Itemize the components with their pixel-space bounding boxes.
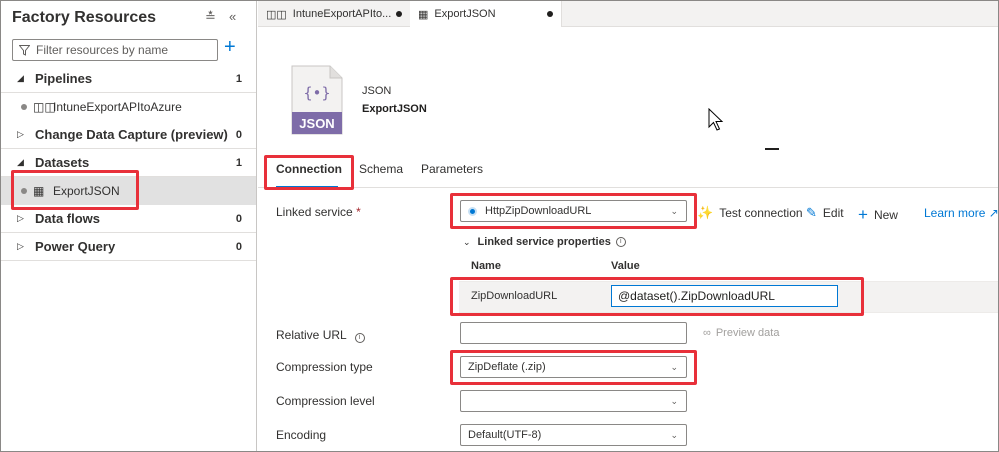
relative-url-label: Relative URL i: [276, 328, 365, 343]
dataset-name: ExportJSON: [362, 103, 427, 115]
pencil-icon: ✎: [806, 205, 817, 220]
dataset-type: JSON: [362, 85, 392, 97]
caret-right-icon: ▷: [17, 213, 24, 223]
group-label: Datasets: [35, 155, 90, 170]
dropdown-value: Default(UTF-8): [468, 429, 542, 441]
group-label: Pipelines: [35, 71, 93, 86]
tab-parameters[interactable]: Parameters: [421, 162, 483, 176]
dropdown-value: ZipDeflate (.zip): [468, 361, 546, 373]
edit-button[interactable]: ✎ Edit: [806, 205, 844, 221]
item-label: IntuneExportAPItoAzure: [53, 100, 182, 114]
pane-title: Factory Resources: [12, 9, 157, 26]
caret-right-icon: ▷: [17, 129, 24, 139]
info-icon: i: [615, 237, 626, 247]
svg-text:JSON: JSON: [299, 116, 334, 131]
active-tab-indicator: [276, 186, 338, 188]
relative-url-input[interactable]: [460, 322, 687, 344]
divider-handle[interactable]: [765, 148, 779, 150]
linked-service-label: Linked service *: [276, 205, 361, 219]
caret-down-icon: ◢: [17, 73, 24, 83]
tab-connection[interactable]: Connection: [276, 162, 342, 176]
compression-type-label: Compression type: [276, 360, 373, 374]
glasses-icon: ∞: [703, 327, 711, 339]
unsaved-dot-icon: [21, 188, 27, 194]
svg-text:{•}: {•}: [303, 84, 330, 102]
tree-group-power-query[interactable]: ▷ Power Query 0: [1, 233, 256, 261]
tab-pipeline[interactable]: ◫◫ IntuneExportAPIto...: [258, 1, 410, 27]
chevron-down-icon: ⌄: [670, 205, 678, 216]
tree-item-pipeline[interactable]: ◫◫ IntuneExportAPItoAzure: [1, 93, 256, 121]
collapse-pane-icon[interactable]: «: [229, 9, 236, 24]
group-count: 1: [235, 72, 242, 85]
tab-label: IntuneExportAPIto...: [292, 8, 392, 20]
add-resource-button[interactable]: +: [224, 36, 236, 59]
button-label: Preview data: [715, 327, 780, 339]
factory-resources-pane: Factory Resources ≛ « + ◢ Pipelines 1 ◫◫…: [1, 1, 257, 451]
column-header-value: Value: [611, 260, 640, 272]
mouse-cursor-icon: [708, 108, 724, 131]
collapse-all-icon[interactable]: ≛: [205, 9, 216, 25]
pipeline-icon: ◫◫: [33, 100, 56, 114]
encoding-dropdown[interactable]: Default(UTF-8) ⌄: [460, 424, 687, 446]
compression-level-dropdown[interactable]: ⌄: [460, 390, 687, 412]
filter-icon: [19, 44, 30, 56]
table-icon: ▦: [33, 184, 45, 198]
button-label: Test connection: [719, 206, 803, 220]
dropdown-value: HttpZipDownloadURL: [485, 205, 592, 217]
filter-box[interactable]: [12, 39, 218, 61]
parameter-name: ZipDownloadURL: [471, 290, 558, 302]
learn-more-link[interactable]: Learn more ↗: [924, 206, 999, 220]
tab-dataset[interactable]: ▦ ExportJSON: [410, 1, 562, 27]
button-label: Edit: [822, 206, 844, 220]
group-count: 0: [235, 240, 242, 253]
info-icon: i: [354, 333, 365, 343]
caret-right-icon: ▷: [17, 241, 24, 251]
plus-icon: +: [858, 205, 868, 224]
caret-down-icon: ◢: [17, 157, 24, 167]
column-header-name: Name: [471, 260, 501, 272]
compression-type-dropdown[interactable]: ZipDeflate (.zip) ⌄: [460, 356, 687, 378]
subtab-bar: Connection Schema Parameters: [258, 154, 998, 188]
linked-service-dropdown[interactable]: HttpZipDownloadURL ⌄: [460, 200, 687, 222]
group-label: Change Data Capture (preview): [35, 127, 228, 142]
tree-group-data-flows[interactable]: ▷ Data flows 0: [1, 205, 256, 233]
group-label: Power Query: [35, 239, 116, 254]
table-icon: ▦: [418, 8, 429, 21]
item-label: ExportJSON: [53, 184, 120, 198]
preview-data-button[interactable]: ∞ Preview data: [703, 327, 779, 339]
pipeline-icon: ◫◫: [266, 8, 287, 21]
tab-bar: ◫◫ IntuneExportAPIto... ▦ ExportJSON: [258, 1, 998, 27]
group-count: 0: [235, 128, 242, 141]
tree-group-change-data-capture[interactable]: ▷ Change Data Capture (preview) 0: [1, 121, 256, 149]
group-label: Data flows: [35, 211, 101, 226]
tree-group-pipelines[interactable]: ◢ Pipelines 1: [1, 65, 256, 93]
button-label: New: [873, 208, 898, 222]
unsaved-dot-icon: [21, 104, 27, 110]
section-label: Linked service properties: [477, 236, 611, 248]
tree-group-datasets[interactable]: ◢ Datasets 1: [1, 149, 256, 177]
chevron-down-icon: ⌄: [670, 429, 678, 440]
compression-level-label: Compression level: [276, 394, 375, 408]
chevron-down-icon: ⌄: [670, 395, 678, 406]
chevron-down-icon: ⌄: [463, 236, 471, 247]
test-connection-button[interactable]: ✨ Test connection: [697, 205, 803, 221]
unsaved-dot-icon: [396, 11, 402, 17]
encoding-label: Encoding: [276, 428, 327, 442]
parameter-value-input[interactable]: @dataset().ZipDownloadURL: [611, 285, 838, 307]
linked-service-icon: [468, 206, 477, 216]
new-button[interactable]: + New: [858, 205, 898, 225]
plug-icon: ✨: [697, 205, 714, 220]
linked-service-properties-toggle[interactable]: ⌄ Linked service properties i: [463, 236, 626, 248]
tab-label: ExportJSON: [434, 8, 496, 20]
tree-item-dataset[interactable]: ▦ ExportJSON: [1, 177, 256, 205]
chevron-down-icon: ⌄: [670, 361, 678, 372]
filter-input[interactable]: [36, 43, 206, 57]
input-value: @dataset().ZipDownloadURL: [618, 289, 775, 303]
tab-schema[interactable]: Schema: [359, 162, 403, 176]
external-link-icon: ↗: [988, 206, 999, 220]
group-count: 0: [235, 212, 242, 225]
json-file-icon: {•} JSON: [291, 65, 343, 135]
group-count: 1: [235, 156, 242, 169]
unsaved-dot-icon: [547, 11, 553, 17]
